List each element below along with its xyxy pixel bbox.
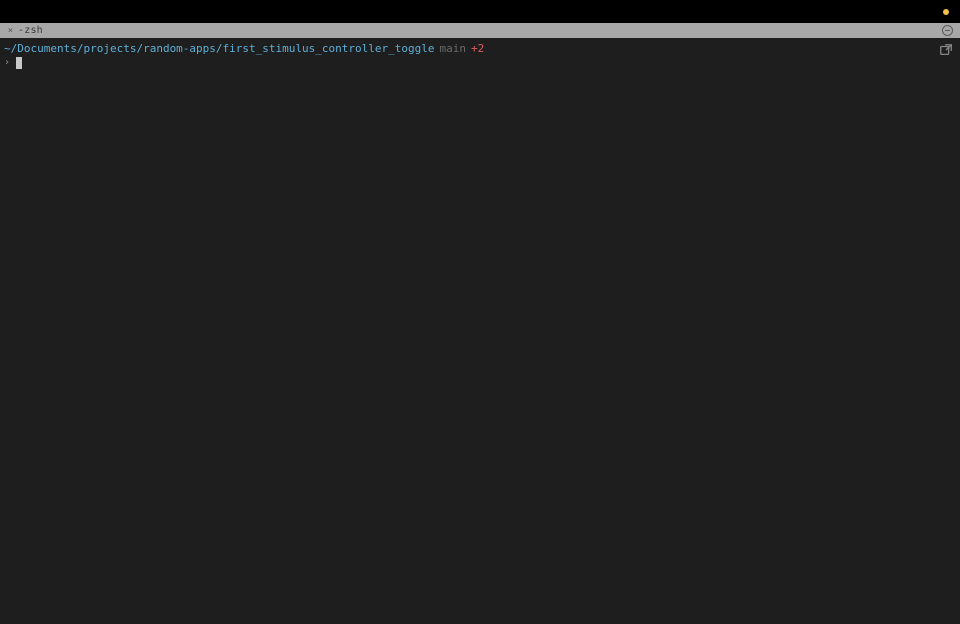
prompt-caret: ›	[4, 57, 10, 68]
minimize-button[interactable]	[943, 9, 949, 15]
current-directory: ~/Documents/projects/random-apps/first_s…	[4, 42, 434, 55]
collapse-icon[interactable]	[942, 25, 953, 36]
window-titlebar	[0, 0, 960, 23]
terminal-viewport[interactable]: ~/Documents/projects/random-apps/first_s…	[0, 38, 960, 624]
prompt-context-line: ~/Documents/projects/random-apps/first_s…	[4, 42, 956, 55]
tab-title[interactable]: -zsh	[18, 25, 43, 36]
git-branch: main	[439, 42, 466, 55]
tab-bar: × -zsh	[0, 23, 960, 38]
text-cursor	[16, 57, 22, 69]
command-input-line[interactable]: ›	[4, 56, 956, 69]
close-tab-button[interactable]: ×	[6, 26, 15, 35]
external-link-icon[interactable]	[939, 43, 953, 57]
git-status-indicator: +2	[471, 42, 484, 55]
